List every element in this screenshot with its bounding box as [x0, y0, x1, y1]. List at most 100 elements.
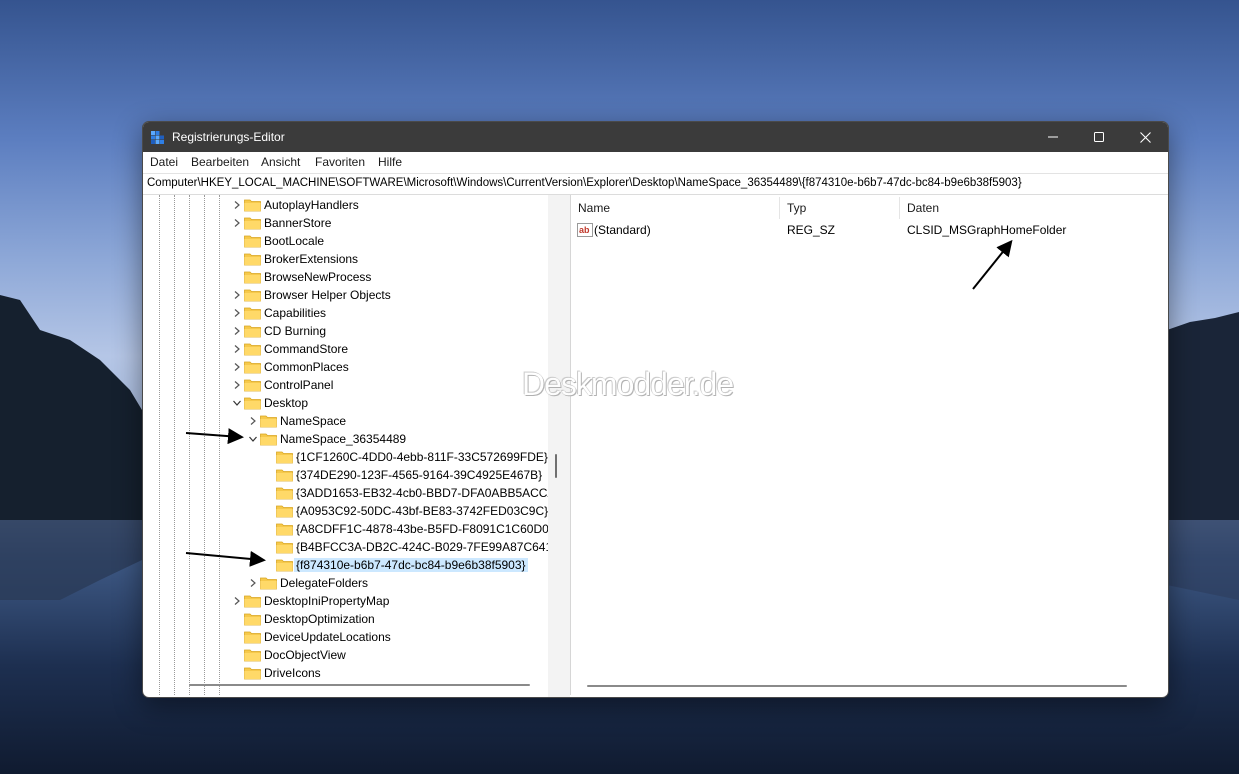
tree-item-label: BrowseNewProcess — [264, 270, 372, 284]
folder-icon — [276, 505, 293, 518]
column-divider[interactable] — [899, 197, 900, 219]
tree-item-label: DocObjectView — [264, 648, 346, 662]
chevron-right-icon[interactable] — [232, 362, 242, 372]
tree-item-label: NameSpace — [280, 414, 347, 428]
column-header-type[interactable]: Typ — [787, 201, 806, 215]
tree-item[interactable]: DelegateFolders — [145, 574, 548, 592]
chevron-right-icon[interactable] — [232, 596, 242, 606]
tree-item[interactable]: CommandStore — [145, 340, 548, 358]
tree-item-label: BootLocale — [264, 234, 325, 248]
column-header-data[interactable]: Daten — [907, 201, 939, 215]
tree-item[interactable]: NameSpace_36354489 — [145, 430, 548, 448]
tree-item[interactable]: BootLocale — [145, 232, 548, 250]
tree-item[interactable]: AutoplayHandlers — [145, 196, 548, 214]
tree-item-label: DelegateFolders — [280, 576, 369, 590]
tree-item[interactable]: BannerStore — [145, 214, 548, 232]
value-row[interactable]: ab (Standard) REG_SZ CLSID_MSGraphHomeFo… — [571, 221, 1167, 239]
maximize-icon — [1094, 132, 1104, 142]
chevron-right-icon[interactable] — [232, 326, 242, 336]
tree-item[interactable]: Desktop — [145, 394, 548, 412]
close-button[interactable] — [1122, 122, 1168, 152]
tree-item[interactable]: {3ADD1653-EB32-4cb0-BBD7-DFA0ABB5ACCA} — [145, 484, 548, 502]
minimize-icon — [1048, 136, 1058, 138]
folder-icon — [276, 523, 293, 536]
values-horizontal-scrollbar[interactable] — [587, 685, 1127, 687]
menu-favoriten[interactable]: Favoriten — [315, 155, 365, 169]
values-pane: Name Typ Daten ab (Standard) REG_SZ CLSI… — [570, 195, 1167, 695]
chevron-right-icon[interactable] — [232, 344, 242, 354]
maximize-button[interactable] — [1076, 122, 1122, 152]
tree-item[interactable]: Capabilities — [145, 304, 548, 322]
chevron-right-icon[interactable] — [232, 200, 242, 210]
window-title: Registrierungs-Editor — [172, 130, 285, 144]
chevron-right-icon[interactable] — [248, 416, 258, 426]
menu-bar: Datei Bearbeiten Ansicht Favoriten Hilfe — [143, 152, 1168, 173]
folder-icon — [276, 541, 293, 554]
menu-datei[interactable]: Datei — [150, 155, 178, 169]
tree-item-label: {f874310e-b6b7-47dc-bc84-b9e6b38f5903} — [294, 558, 528, 572]
tree-item[interactable]: {374DE290-123F-4565-9164-39C4925E467B} — [145, 466, 548, 484]
minimize-button[interactable] — [1030, 122, 1076, 152]
chevron-right-icon[interactable] — [232, 290, 242, 300]
folder-icon — [244, 667, 261, 680]
tree-item-label: CommandStore — [264, 342, 349, 356]
tree-item[interactable]: Browser Helper Objects — [145, 286, 548, 304]
chevron-down-icon[interactable] — [232, 398, 242, 408]
chevron-right-icon[interactable] — [232, 218, 242, 228]
tree-item[interactable]: CD Burning — [145, 322, 548, 340]
tree-item-label: BrokerExtensions — [264, 252, 359, 266]
folder-icon — [244, 325, 261, 338]
tree-horizontal-scrollbar[interactable] — [189, 684, 530, 686]
column-divider[interactable] — [779, 197, 780, 219]
tree-item[interactable]: DesktopOptimization — [145, 610, 548, 628]
string-value-icon: ab — [577, 223, 593, 237]
folder-icon — [244, 595, 261, 608]
menu-bearbeiten[interactable]: Bearbeiten — [191, 155, 249, 169]
chevron-right-icon[interactable] — [248, 578, 258, 588]
key-tree-pane[interactable]: AutoplayHandlers BannerStore BootLocale Bro… — [145, 195, 548, 695]
folder-icon — [260, 577, 277, 590]
tree-item[interactable]: DocObjectView — [145, 646, 548, 664]
folder-icon — [260, 415, 277, 428]
column-header-name[interactable]: Name — [578, 201, 610, 215]
tree-item-label: DesktopOptimization — [264, 612, 375, 626]
tree-item[interactable]: DriveIcons — [145, 664, 548, 682]
tree-item[interactable]: CommonPlaces — [145, 358, 548, 376]
tree-item[interactable]: BrowseNewProcess — [145, 268, 548, 286]
tree-item[interactable]: DesktopIniPropertyMap — [145, 592, 548, 610]
registry-editor-icon — [151, 131, 164, 144]
tree-item[interactable]: {B4BFCC3A-DB2C-424C-B029-7FE99A87C641} — [145, 538, 548, 556]
tree-item-label: {1CF1260C-4DD0-4ebb-811F-33C572699FDE} — [296, 450, 548, 464]
folder-icon — [244, 235, 261, 248]
tree-item[interactable]: NameSpace — [145, 412, 548, 430]
tree-item[interactable]: {A8CDFF1C-4878-43be-B5FD-F8091C1C60D0} — [145, 520, 548, 538]
folder-icon — [244, 289, 261, 302]
tree-item-label: Capabilities — [264, 306, 327, 320]
pane-splitter[interactable] — [548, 195, 570, 697]
tree-item[interactable]: DeviceUpdateLocations — [145, 628, 548, 646]
folder-icon — [244, 361, 261, 374]
folder-icon — [244, 217, 261, 230]
tree-item[interactable]: BrokerExtensions — [145, 250, 548, 268]
tree-item-label: {B4BFCC3A-DB2C-424C-B029-7FE99A87C641} — [296, 540, 548, 554]
tree-item-label: NameSpace_36354489 — [280, 432, 407, 446]
folder-icon — [244, 199, 261, 212]
tree-item[interactable]: {1CF1260C-4DD0-4ebb-811F-33C572699FDE} — [145, 448, 548, 466]
folder-icon — [276, 451, 293, 464]
tree-vertical-scrollbar[interactable] — [555, 454, 557, 478]
title-bar: Registrierungs-Editor — [143, 122, 1168, 152]
tree-item-label: {374DE290-123F-4565-9164-39C4925E467B} — [296, 468, 543, 482]
address-input[interactable] — [147, 175, 1157, 191]
tree-item-label: ControlPanel — [264, 378, 334, 392]
menu-ansicht[interactable]: Ansicht — [261, 155, 300, 169]
chevron-down-icon[interactable] — [248, 434, 258, 444]
tree-item[interactable]: ControlPanel — [145, 376, 548, 394]
folder-icon — [244, 271, 261, 284]
chevron-right-icon[interactable] — [232, 380, 242, 390]
tree-item[interactable]: {A0953C92-50DC-43bf-BE83-3742FED03C9C} — [145, 502, 548, 520]
folder-icon — [276, 469, 293, 482]
tree-item[interactable]: {f874310e-b6b7-47dc-bc84-b9e6b38f5903} — [145, 556, 548, 574]
chevron-right-icon[interactable] — [232, 308, 242, 318]
tree-item-label: AutoplayHandlers — [264, 198, 359, 212]
menu-hilfe[interactable]: Hilfe — [378, 155, 402, 169]
